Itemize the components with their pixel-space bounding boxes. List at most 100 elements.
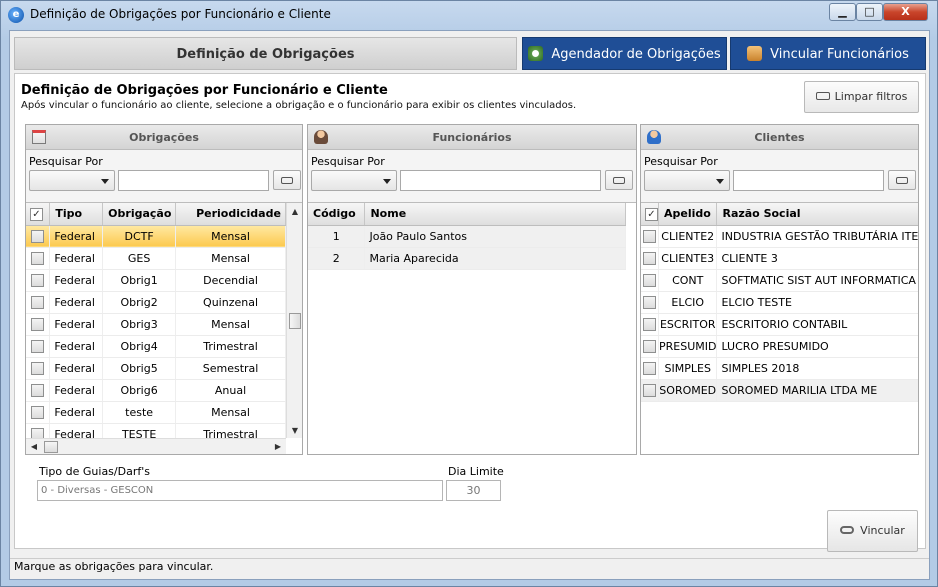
title-bar[interactable]: e Definição de Obrigações por Funcionári… bbox=[1, 1, 937, 29]
table-row[interactable]: ESCRITOR ESCRITORIO CONTABIL bbox=[641, 313, 918, 336]
checkbox[interactable] bbox=[643, 383, 656, 397]
row-checkbox-cell[interactable] bbox=[26, 313, 51, 336]
table-row[interactable]: CONT SOFTMATIC SIST AUT INFORMATICA bbox=[641, 269, 918, 292]
scroll-up-icon[interactable]: ▲ bbox=[287, 205, 302, 219]
select-all-header[interactable] bbox=[26, 203, 51, 226]
row-checkbox-cell[interactable] bbox=[641, 335, 659, 358]
close-button[interactable]: X bbox=[883, 3, 928, 21]
clear-filters-button[interactable]: Limpar filtros bbox=[804, 81, 919, 113]
search-input[interactable] bbox=[400, 170, 601, 191]
column-header[interactable]: Razão Social bbox=[716, 203, 918, 226]
row-checkbox-cell[interactable] bbox=[26, 357, 51, 380]
row-checkbox-cell[interactable] bbox=[641, 379, 659, 402]
search-button[interactable] bbox=[888, 170, 916, 190]
checkbox[interactable] bbox=[30, 207, 43, 221]
panel-title: Clientes bbox=[754, 131, 805, 144]
search-by-select[interactable] bbox=[29, 170, 115, 191]
select-all-header[interactable] bbox=[641, 203, 659, 226]
scroll-left-icon[interactable]: ◀ bbox=[26, 440, 42, 454]
dia-limite-field[interactable]: 30 bbox=[446, 480, 501, 501]
table-row[interactable]: SIMPLES SIMPLES 2018 bbox=[641, 357, 918, 380]
row-checkbox-cell[interactable] bbox=[641, 313, 659, 336]
row-checkbox-cell[interactable] bbox=[26, 225, 51, 248]
search-input[interactable] bbox=[118, 170, 269, 191]
row-checkbox-cell[interactable] bbox=[26, 335, 51, 358]
row-checkbox-cell[interactable] bbox=[26, 379, 51, 402]
column-header[interactable]: Tipo bbox=[49, 203, 104, 226]
checkbox[interactable] bbox=[31, 295, 45, 309]
search-by-select[interactable] bbox=[311, 170, 397, 191]
checkbox[interactable] bbox=[643, 339, 656, 353]
horizontal-scrollbar[interactable]: ◀ ▶ bbox=[26, 438, 286, 454]
checkbox[interactable] bbox=[31, 251, 45, 265]
table-row[interactable]: CLIENTE2 INDUSTRIA GESTÃO TRIBUTÁRIA ITE bbox=[641, 225, 918, 248]
table-row[interactable]: Federal Obrig4 Trimestral bbox=[26, 335, 286, 358]
tab-vincular-funcionarios[interactable]: Vincular Funcionários bbox=[730, 37, 926, 70]
checkbox[interactable] bbox=[645, 207, 658, 221]
column-header[interactable]: Periodicidade bbox=[175, 203, 286, 226]
table-row[interactable]: Federal Obrig5 Semestral bbox=[26, 357, 286, 380]
table-row[interactable]: Federal GES Mensal bbox=[26, 247, 286, 270]
row-checkbox-cell[interactable] bbox=[26, 401, 51, 424]
checkbox[interactable] bbox=[31, 339, 45, 353]
vincular-label: Vincular bbox=[860, 524, 905, 537]
column-header[interactable]: Código bbox=[308, 203, 366, 226]
table-row[interactable]: SOROMED SOROMED MARILIA LTDA ME bbox=[641, 379, 918, 402]
checkbox[interactable] bbox=[643, 361, 656, 375]
checkbox[interactable] bbox=[643, 251, 656, 265]
obrigacao-cell: DCTF bbox=[102, 225, 177, 248]
row-checkbox-cell[interactable] bbox=[641, 357, 659, 380]
divider bbox=[10, 558, 929, 559]
link-icon bbox=[840, 526, 855, 534]
checkbox[interactable] bbox=[31, 229, 45, 243]
checkbox[interactable] bbox=[643, 317, 656, 331]
checkbox[interactable] bbox=[31, 273, 45, 287]
column-header[interactable]: Apelido bbox=[658, 203, 718, 226]
table-row[interactable]: Federal Obrig2 Quinzenal bbox=[26, 291, 286, 314]
table-row[interactable]: CLIENTE3 CLIENTE 3 bbox=[641, 247, 918, 270]
row-checkbox-cell[interactable] bbox=[641, 225, 659, 248]
scroll-thumb[interactable] bbox=[44, 441, 58, 453]
table-row[interactable]: PRESUMID LUCRO PRESUMIDO bbox=[641, 335, 918, 358]
minimize-button[interactable]: ▁ bbox=[829, 3, 856, 21]
checkbox[interactable] bbox=[643, 295, 656, 309]
nome-cell: Maria Aparecida bbox=[364, 247, 626, 270]
table-row[interactable]: 2 Maria Aparecida bbox=[308, 247, 626, 270]
table-row[interactable]: 1 João Paulo Santos bbox=[308, 225, 626, 248]
checkbox[interactable] bbox=[31, 383, 45, 397]
column-header[interactable]: Nome bbox=[364, 203, 626, 226]
checkbox[interactable] bbox=[643, 229, 656, 243]
obrigacoes-panel: Obrigações Pesquisar Por Tipo Obrigação … bbox=[25, 124, 303, 455]
scroll-down-icon[interactable]: ▼ bbox=[287, 424, 302, 438]
row-checkbox-cell[interactable] bbox=[26, 247, 51, 270]
vertical-scrollbar[interactable]: ▲ ▼ bbox=[286, 203, 302, 438]
row-checkbox-cell[interactable] bbox=[641, 269, 659, 292]
maximize-button[interactable]: □ bbox=[856, 3, 883, 21]
table-row[interactable]: Federal Obrig6 Anual bbox=[26, 379, 286, 402]
search-input[interactable] bbox=[733, 170, 884, 191]
vincular-button[interactable]: Vincular bbox=[827, 510, 918, 552]
checkbox[interactable] bbox=[31, 317, 45, 331]
search-by-select[interactable] bbox=[644, 170, 730, 191]
table-row[interactable]: Federal Obrig3 Mensal bbox=[26, 313, 286, 336]
tab-agendador-obrigacoes[interactable]: Agendador de Obrigações bbox=[522, 37, 727, 70]
checkbox[interactable] bbox=[31, 361, 45, 375]
scroll-right-icon[interactable]: ▶ bbox=[270, 440, 286, 454]
search-button[interactable] bbox=[605, 170, 633, 190]
table-row[interactable]: Federal teste Mensal bbox=[26, 401, 286, 424]
row-checkbox-cell[interactable] bbox=[641, 247, 659, 270]
table-row[interactable]: ELCIO ELCIO TESTE bbox=[641, 291, 918, 314]
checkbox[interactable] bbox=[31, 405, 45, 419]
row-checkbox-cell[interactable] bbox=[26, 291, 51, 314]
checkbox[interactable] bbox=[643, 273, 656, 287]
row-checkbox-cell[interactable] bbox=[641, 291, 659, 314]
guias-field[interactable]: 0 - Diversas - GESCON bbox=[37, 480, 443, 501]
table-row[interactable]: Federal DCTF Mensal bbox=[26, 225, 286, 248]
obrigacao-cell: Obrig3 bbox=[102, 313, 177, 336]
tab-definicao-obrigacoes[interactable]: Definição de Obrigações bbox=[14, 37, 517, 70]
scroll-thumb[interactable] bbox=[289, 313, 301, 329]
table-row[interactable]: Federal Obrig1 Decendial bbox=[26, 269, 286, 292]
column-header[interactable]: Obrigação bbox=[102, 203, 177, 226]
row-checkbox-cell[interactable] bbox=[26, 269, 51, 292]
search-button[interactable] bbox=[273, 170, 301, 190]
